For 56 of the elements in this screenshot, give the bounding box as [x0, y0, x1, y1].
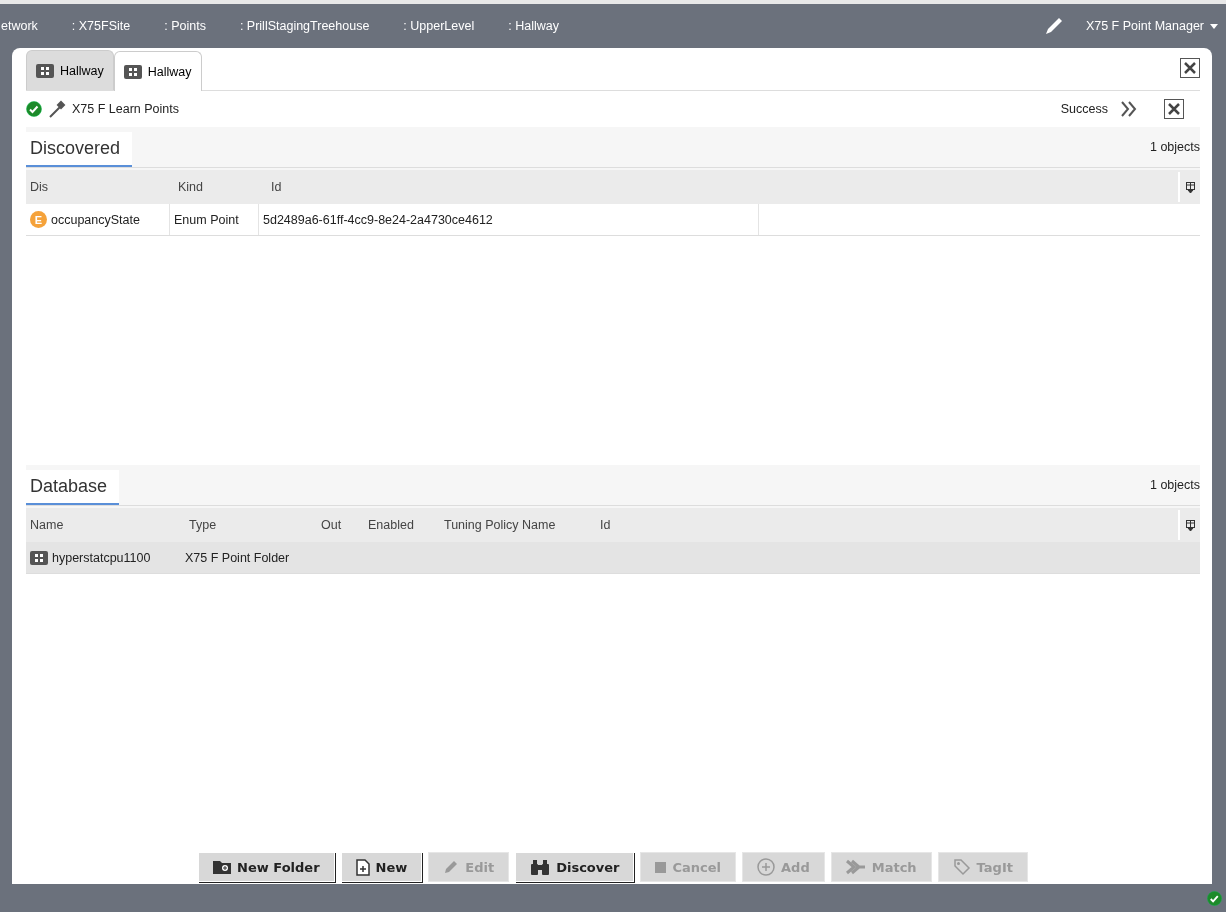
table-row[interactable]: E occupancyState Enum Point 5d2489a6-61ff-4cc9-8e24-2a4730ce4612: [26, 204, 1200, 236]
table-cell: Enum Point: [174, 212, 239, 227]
table-cell: occupancyState: [51, 212, 140, 227]
object-count: 1 objects: [1149, 478, 1200, 492]
caret-icon: [1210, 23, 1218, 29]
breadcrumb-link[interactable]: : UpperLevel: [403, 19, 475, 33]
column-chooser-icon: [1185, 519, 1195, 531]
double-chevron-icon[interactable]: [1120, 100, 1138, 118]
view-selector[interactable]: X75 F Point Manager: [1085, 19, 1218, 33]
breadcrumb-link[interactable]: : PrillStagingTreehouse: [239, 19, 370, 33]
column-header[interactable]: Id: [267, 180, 771, 194]
plus-circle-icon: [757, 858, 776, 876]
column-header[interactable]: Tuning Policy Name: [440, 518, 596, 532]
breadcrumb-link[interactable]: : Hallway: [508, 19, 559, 33]
folder-icon: [36, 63, 54, 78]
status-ok-icon: [1207, 890, 1222, 906]
merge-arrow-icon: [845, 859, 866, 875]
table-row[interactable]: hyperstatcpu1100 X75 F Point Folder: [26, 542, 1200, 574]
column-header[interactable]: Out: [317, 518, 364, 532]
binoculars-icon: [530, 859, 551, 875]
section-title: Discovered: [26, 132, 133, 167]
close-button[interactable]: [1180, 57, 1200, 78]
column-header[interactable]: Dis: [26, 180, 174, 194]
tab[interactable]: Hallway: [26, 50, 114, 90]
breadcrumb-link[interactable]: : X75FSite: [71, 19, 131, 33]
job-title: X75 F Learn Points: [72, 102, 179, 116]
table-cell: hyperstatcpu1100: [52, 550, 151, 565]
toolbar-button[interactable]: Discover: [515, 852, 635, 882]
folder-add-icon: [213, 860, 232, 874]
stop-icon: [655, 861, 667, 873]
column-header[interactable]: Kind: [174, 180, 267, 194]
toolbar-button[interactable]: New: [340, 852, 423, 882]
pencil-icon: [443, 859, 460, 875]
enum-badge: E: [30, 211, 47, 228]
column-header[interactable]: Id: [596, 518, 660, 532]
column-header[interactable]: Enabled: [364, 518, 440, 532]
new-file-icon: [355, 858, 370, 876]
pencil-icon[interactable]: [1043, 16, 1064, 36]
column-header[interactable]: Type: [185, 518, 317, 532]
table-cell: X75 F Point Folder: [185, 550, 290, 565]
section-title: Database: [26, 470, 120, 505]
object-count: 1 objects: [1149, 140, 1200, 154]
folder-icon: [30, 550, 48, 565]
success-icon: [26, 101, 42, 117]
tag-icon: [952, 858, 971, 876]
table-cell: 5d2489a6-61ff-4cc9-8e24-2a4730ce4612: [263, 212, 493, 227]
dismiss-button[interactable]: [1164, 99, 1184, 119]
breadcrumb-link[interactable]: etwork: [1, 19, 38, 33]
column-header[interactable]: Name: [26, 518, 185, 532]
tab[interactable]: Hallway: [113, 51, 202, 91]
hammer-icon: [48, 100, 66, 118]
breadcrumb-link[interactable]: : Points: [164, 19, 206, 33]
job-status: Success: [1060, 102, 1108, 116]
folder-icon: [123, 64, 142, 79]
column-chooser-icon: [1185, 181, 1195, 193]
toolbar-button[interactable]: New Folder: [198, 852, 335, 882]
